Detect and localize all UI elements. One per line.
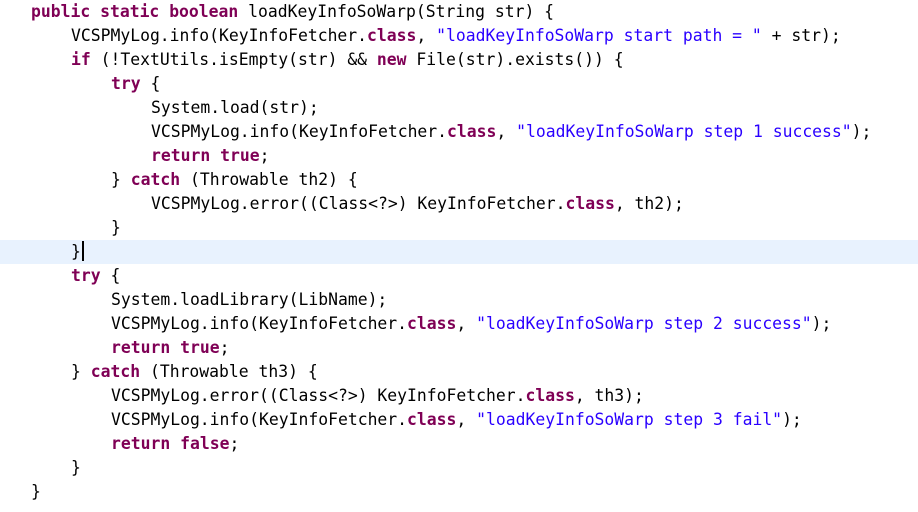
code-keyword: public: [31, 2, 91, 21]
code-keyword: static: [100, 2, 160, 21]
code-text: {: [140, 74, 161, 93]
code-keyword: true: [180, 338, 220, 357]
code-text: VCSPMyLog.error((Class<?>) KeyInfoFetche…: [111, 386, 526, 405]
code-keyword: try: [71, 266, 101, 285]
code-keyword: class: [447, 122, 497, 141]
code-text: }: [111, 170, 131, 189]
code-line[interactable]: return true;: [0, 336, 918, 360]
code-text: loadKeyInfoSoWarp(String str) {: [238, 2, 555, 21]
code-line[interactable]: } catch (Throwable th3) {: [0, 360, 918, 384]
code-text: VCSPMyLog.error((Class<?>) KeyInfoFetche…: [151, 194, 566, 213]
code-text: ,: [416, 26, 437, 45]
code-text: }: [71, 242, 81, 261]
code-text: }: [71, 362, 91, 381]
code-line[interactable]: public static boolean loadKeyInfoSoWarp(…: [0, 0, 918, 24]
code-line[interactable]: }: [0, 480, 918, 504]
code-text: (Throwable th3) {: [140, 362, 318, 381]
code-text: {: [100, 266, 121, 285]
code-keyword: false: [180, 434, 230, 453]
code-text: System.load(str);: [151, 98, 319, 117]
code-string-literal: "loadKeyInfoSoWarp step 2 success": [476, 314, 812, 333]
code-text: , th2);: [614, 194, 684, 213]
code-line[interactable]: }: [0, 216, 918, 240]
code-line[interactable]: VCSPMyLog.info(KeyInfoFetcher.class, "lo…: [0, 408, 918, 432]
code-text: (!TextUtils.isEmpty(str) &&: [90, 50, 377, 69]
code-line[interactable]: try {: [0, 264, 918, 288]
code-keyword: class: [407, 314, 457, 333]
code-text: );: [851, 122, 872, 141]
code-text: VCSPMyLog.info(KeyInfoFetcher.: [111, 314, 408, 333]
code-keyword: try: [111, 74, 141, 93]
code-text: VCSPMyLog.info(KeyInfoFetcher.: [111, 410, 408, 429]
code-line[interactable]: VCSPMyLog.error((Class<?>) KeyInfoFetche…: [0, 384, 918, 408]
code-keyword: new: [376, 50, 407, 69]
code-text: File(str).exists()) {: [406, 50, 624, 69]
code-keyword: boolean: [169, 2, 239, 21]
code-keyword: catch: [130, 170, 181, 189]
code-text: VCSPMyLog.info(KeyInfoFetcher.: [151, 122, 448, 141]
code-text: }: [31, 482, 41, 501]
code-editor[interactable]: public static boolean loadKeyInfoSoWarp(…: [0, 0, 918, 512]
code-text: ,: [456, 410, 477, 429]
code-string-literal: "loadKeyInfoSoWarp step 1 success": [516, 122, 852, 141]
code-line[interactable]: VCSPMyLog.info(KeyInfoFetcher.class, "lo…: [0, 312, 918, 336]
code-keyword: class: [565, 194, 615, 213]
code-keyword: return: [111, 434, 171, 453]
code-text: System.loadLibrary(LibName);: [111, 290, 388, 309]
code-text: ;: [229, 434, 240, 453]
code-text: VCSPMyLog.info(KeyInfoFetcher.: [71, 26, 368, 45]
code-text: ,: [456, 314, 477, 333]
code-line[interactable]: if (!TextUtils.isEmpty(str) && new File(…: [0, 48, 918, 72]
code-line[interactable]: System.load(str);: [0, 96, 918, 120]
code-line[interactable]: }: [0, 456, 918, 480]
code-keyword: return: [111, 338, 171, 357]
code-line[interactable]: VCSPMyLog.error((Class<?>) KeyInfoFetche…: [0, 192, 918, 216]
code-text-area[interactable]: public static boolean loadKeyInfoSoWarp(…: [0, 0, 918, 504]
code-line[interactable]: return true;: [0, 144, 918, 168]
code-keyword: true: [220, 146, 260, 165]
code-text: );: [811, 314, 832, 333]
code-text: );: [782, 410, 802, 429]
code-line[interactable]: try {: [0, 72, 918, 96]
code-line[interactable]: }: [0, 240, 918, 264]
code-string-literal: "loadKeyInfoSoWarp start path = ": [436, 26, 762, 45]
code-string-literal: "loadKeyInfoSoWarp step 3 fail": [476, 410, 783, 429]
code-text: + str);: [761, 26, 841, 45]
code-text: , th3);: [574, 386, 644, 405]
code-keyword: class: [367, 26, 417, 45]
code-text: ,: [496, 122, 517, 141]
code-text: ;: [219, 338, 230, 357]
code-keyword: catch: [90, 362, 141, 381]
code-line[interactable]: VCSPMyLog.info(KeyInfoFetcher.class, "lo…: [0, 120, 918, 144]
code-text: }: [111, 218, 121, 237]
code-text: }: [71, 458, 81, 477]
code-line[interactable]: return false;: [0, 432, 918, 456]
code-line[interactable]: } catch (Throwable th2) {: [0, 168, 918, 192]
code-keyword: class: [525, 386, 575, 405]
code-text: (Throwable th2) {: [180, 170, 358, 189]
code-line[interactable]: System.loadLibrary(LibName);: [0, 288, 918, 312]
code-keyword: if: [71, 50, 91, 69]
text-cursor: [81, 241, 84, 261]
code-line[interactable]: VCSPMyLog.info(KeyInfoFetcher.class, "lo…: [0, 24, 918, 48]
code-keyword: return: [151, 146, 211, 165]
code-text: ;: [259, 146, 270, 165]
code-keyword: class: [407, 410, 457, 429]
